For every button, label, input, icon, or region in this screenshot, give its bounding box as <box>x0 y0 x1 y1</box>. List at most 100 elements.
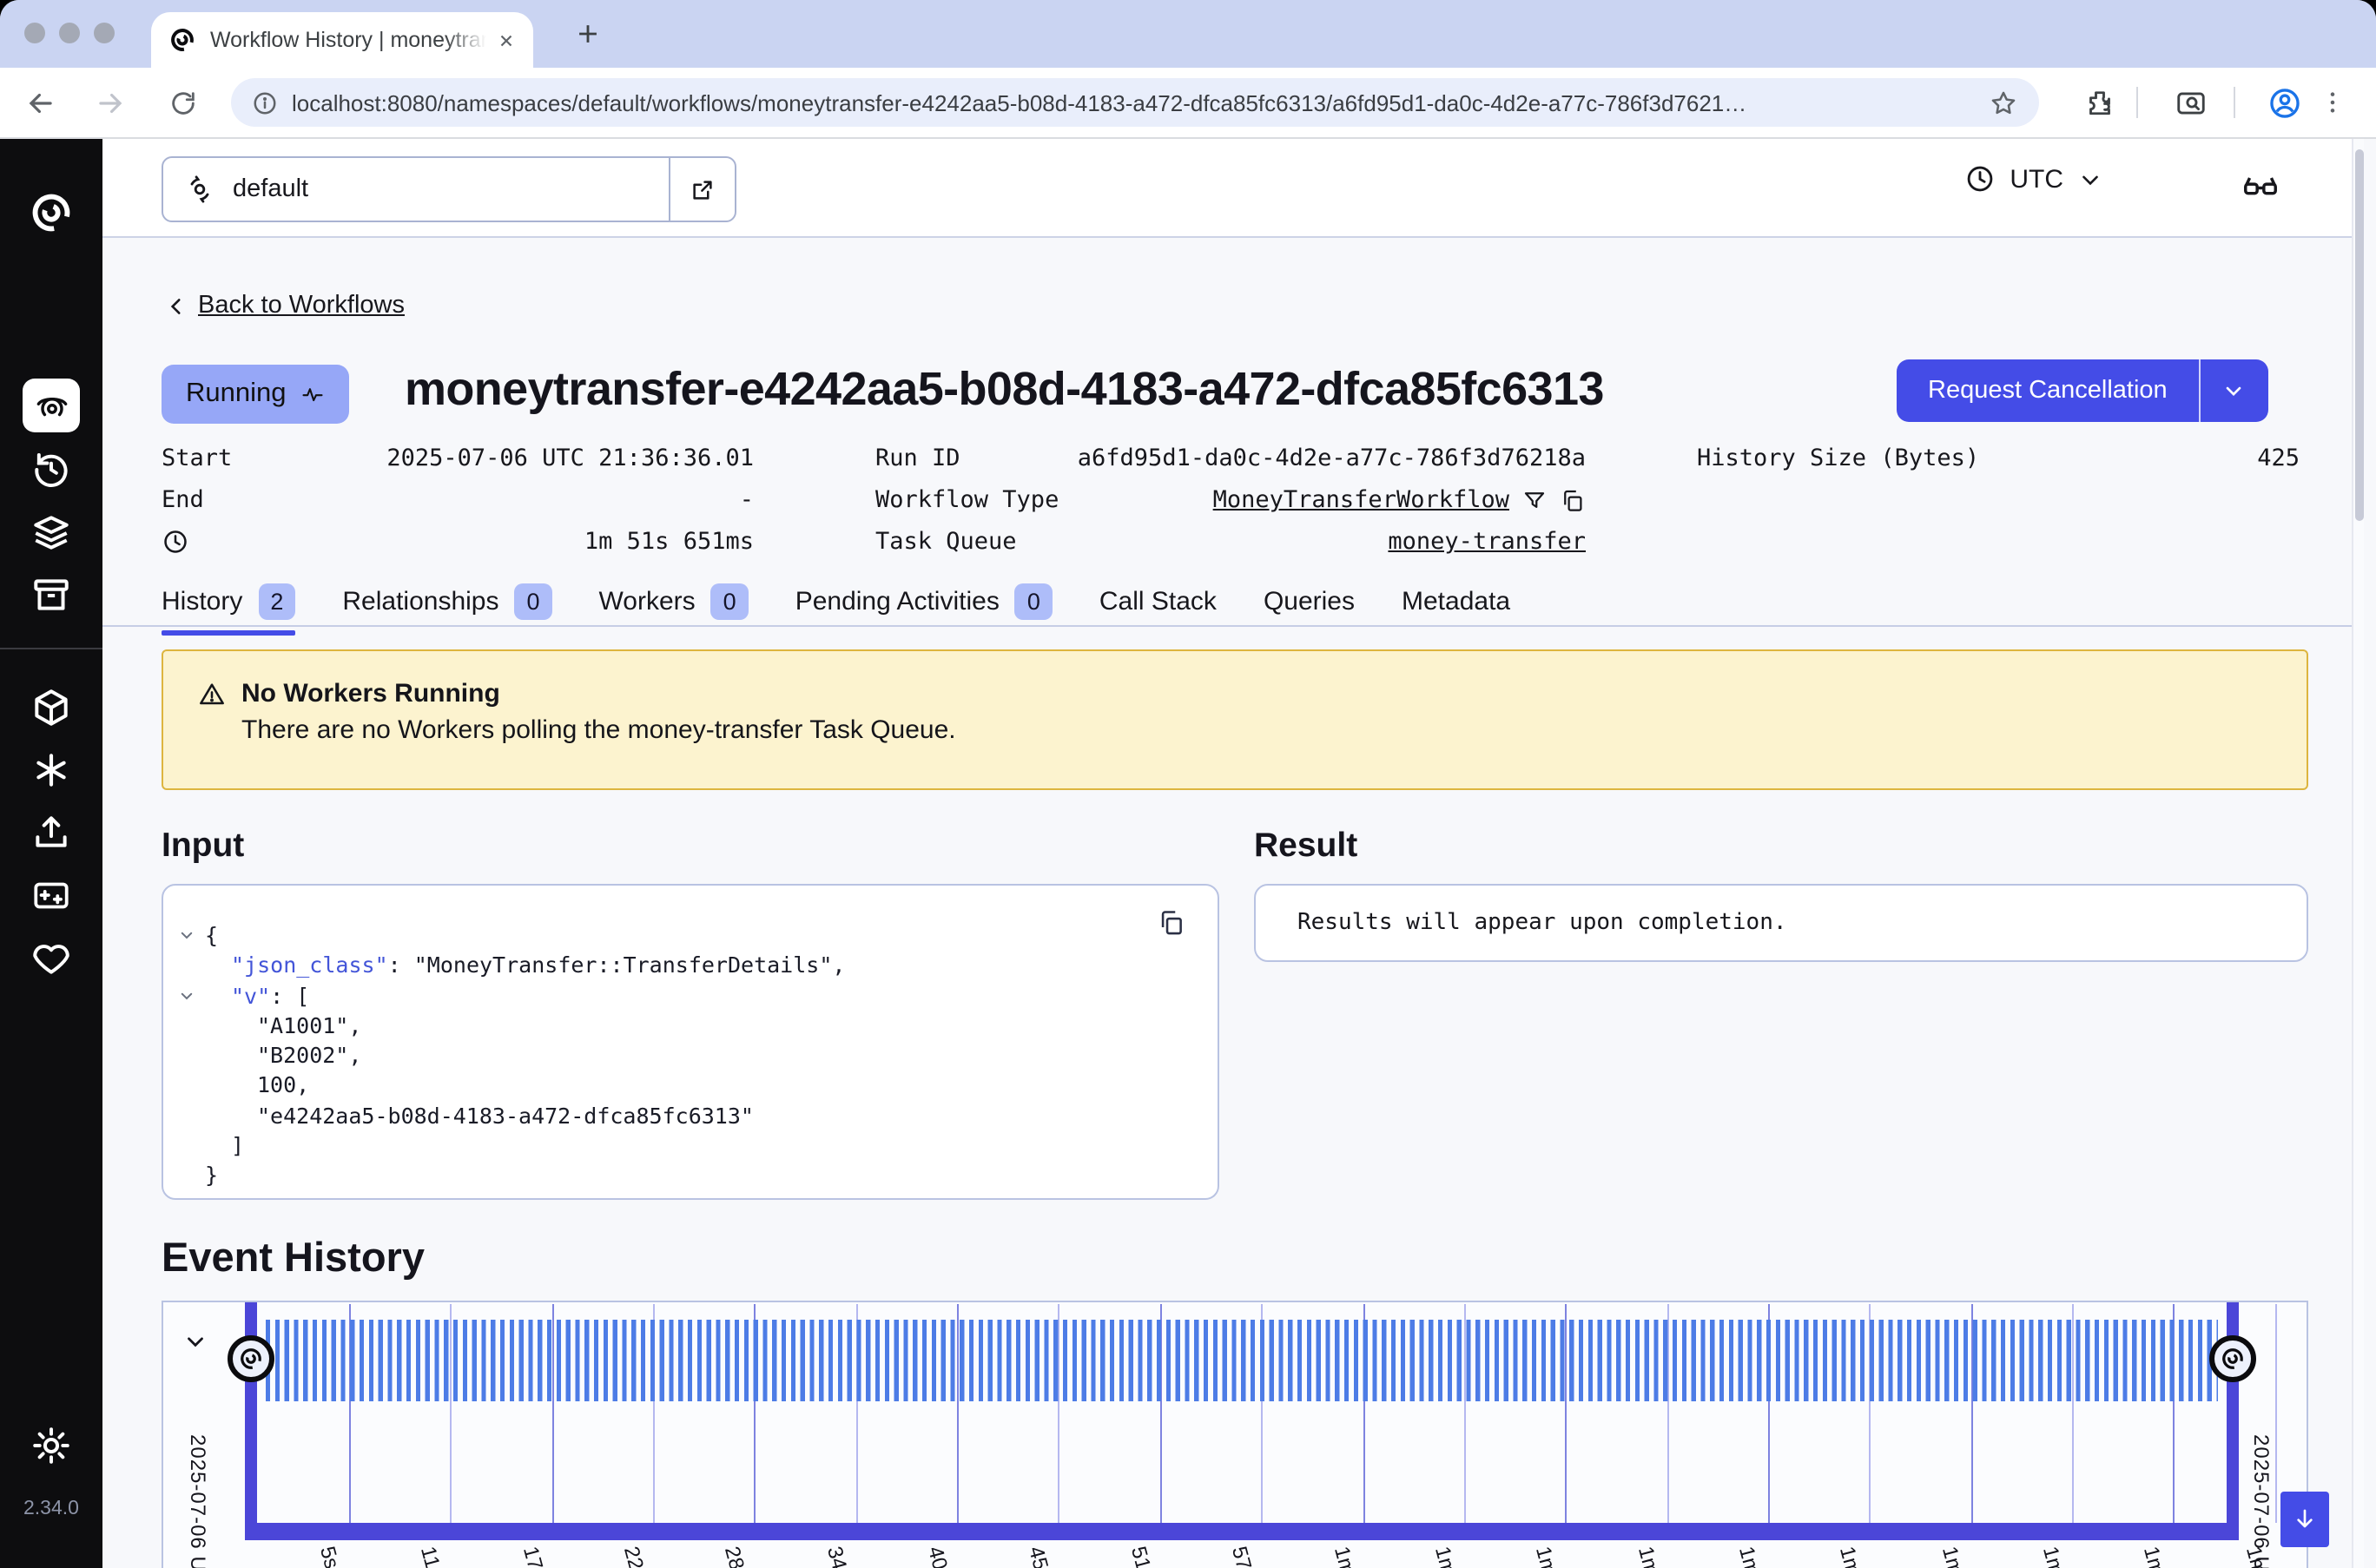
page-scrollbar[interactable] <box>2352 139 2364 1568</box>
namespace-selector[interactable]: default <box>162 156 736 222</box>
new-tab-button[interactable] <box>573 19 603 49</box>
window-minimize-button[interactable] <box>59 23 80 43</box>
tick-label: 40s <box>923 1544 955 1568</box>
menu-kebab-icon[interactable] <box>2310 80 2355 125</box>
tick-label: 1m <box>2140 1544 2171 1568</box>
profile-avatar-icon[interactable] <box>2261 80 2307 125</box>
tab-call-stack[interactable]: Call Stack <box>1099 586 1217 619</box>
tick-label: 57s <box>1227 1544 1259 1568</box>
sidebar-item-workflows[interactable] <box>23 379 80 432</box>
timezone-selector[interactable]: UTC <box>1964 163 2103 194</box>
json-token: , <box>832 952 845 978</box>
namespace-external-link-icon[interactable] <box>669 158 735 221</box>
copy-icon[interactable] <box>1560 487 1586 513</box>
tab-history[interactable]: History2 <box>162 583 295 623</box>
tick-label: 1m <box>1835 1544 1866 1568</box>
reload-icon[interactable] <box>160 80 205 125</box>
temporal-logo-icon[interactable] <box>28 189 75 236</box>
theme-toggle-sun-icon[interactable] <box>30 1424 73 1467</box>
json-viewer[interactable]: {"json_class": "MoneyTransfer::TransferD… <box>163 920 1218 1190</box>
workflow-start-marker[interactable] <box>228 1335 274 1382</box>
sidebar-item-nexus[interactable] <box>30 748 73 792</box>
forward-icon[interactable] <box>87 80 132 125</box>
site-info-icon[interactable] <box>252 89 278 115</box>
end-value: - <box>740 486 754 514</box>
tab-count-badge: 0 <box>1015 583 1053 619</box>
toolbar-divider <box>2234 87 2235 118</box>
timeline-start-date-label: 2025-07-06 UTC 2 <box>186 1434 210 1568</box>
status-label: Running <box>186 379 287 410</box>
sidebar-item-namespaces[interactable] <box>30 686 73 729</box>
timeline-axis-bar <box>245 1523 2239 1540</box>
json-token: "B2002" <box>257 1042 348 1068</box>
tab-queries[interactable]: Queries <box>1264 586 1355 619</box>
sidebar-item-feedback[interactable] <box>30 936 73 979</box>
json-line: } <box>163 1161 1218 1191</box>
back-icon[interactable] <box>17 80 63 125</box>
task-queue-link[interactable]: money-transfer <box>1388 528 1586 556</box>
scroll-to-bottom-button[interactable] <box>2280 1492 2329 1547</box>
sidebar-item-schedules[interactable] <box>30 448 73 491</box>
app-top-bar: default UTC <box>102 139 2364 238</box>
status-badge[interactable]: Running <box>162 365 349 424</box>
meta-history-size-row: History Size (Bytes) 425 <box>1697 441 2300 476</box>
request-cancellation-button[interactable]: Request Cancellation <box>1897 359 2199 422</box>
tick-label: 1m <box>1531 1544 1562 1568</box>
tick-label: 1m <box>2038 1544 2069 1568</box>
labs-glasses-icon[interactable] <box>2241 167 2280 207</box>
request-cancellation-split-button: Request Cancellation <box>1897 359 2268 422</box>
upload-icon <box>30 811 73 854</box>
result-panel: Results will appear upon completion. <box>1254 884 2308 962</box>
heart-icon <box>30 936 73 979</box>
sidebar-item-labs[interactable] <box>30 873 73 917</box>
input-heading: Input <box>162 827 244 866</box>
browser-tab[interactable]: Workflow History | moneytran <box>151 12 533 68</box>
archive-icon <box>30 573 73 616</box>
json-token: 100 <box>257 1072 296 1098</box>
sidebar-item-import[interactable] <box>30 811 73 854</box>
event-history-timeline[interactable]: 2025-07-06 UTC 2 2025-07-06 UTC 2 5s11s1… <box>162 1301 2308 1568</box>
workflow-type-label: Workflow Type <box>875 486 1059 514</box>
address-bar[interactable]: localhost:8080/namespaces/default/workfl… <box>231 78 2039 127</box>
chevron-down-icon <box>2222 379 2247 403</box>
collapse-chevron-icon[interactable] <box>179 987 195 1003</box>
sidebar-item-batch[interactable] <box>30 511 73 554</box>
workflow-running-band[interactable] <box>266 1320 2218 1401</box>
tab-workers[interactable]: Workers0 <box>599 583 749 623</box>
tab-label: Workers <box>599 586 696 616</box>
browser-toolbar: localhost:8080/namespaces/default/workfl… <box>0 68 2376 139</box>
tab-relationships[interactable]: Relationships0 <box>342 583 551 623</box>
workflows-eye-icon <box>32 386 70 425</box>
scrollbar-thumb[interactable] <box>2355 149 2364 521</box>
bookmark-star-icon[interactable] <box>1989 88 2018 117</box>
filter-funnel-icon[interactable] <box>1521 487 1548 513</box>
side-panel-search-icon[interactable] <box>2168 80 2213 125</box>
back-to-workflows-link[interactable]: Back to Workflows <box>198 292 405 320</box>
tab-metadata[interactable]: Metadata <box>1402 586 1510 619</box>
window-close-button[interactable] <box>24 23 45 43</box>
namespace-switcher-icon <box>184 174 215 205</box>
run-id-value: a6fd95d1-da0c-4d2e-a77c-786f3d76218a <box>1078 445 1586 472</box>
extensions-icon[interactable] <box>2077 80 2122 125</box>
meta-workflow-type-row: Workflow Type MoneyTransferWorkflow <box>875 483 1586 517</box>
tab-count-badge: 2 <box>258 583 295 619</box>
layers-icon <box>30 511 73 554</box>
collapse-chevron-icon[interactable] <box>179 927 195 943</box>
tab-close-icon[interactable] <box>497 30 516 49</box>
browser-window: Workflow History | moneytran localhost:8… <box>0 0 2376 1568</box>
expand-row-chevron-icon[interactable] <box>182 1328 208 1354</box>
window-zoom-button[interactable] <box>94 23 115 43</box>
result-heading: Result <box>1254 827 1357 866</box>
sidebar-item-archive[interactable] <box>30 573 73 616</box>
cancel-options-caret-button[interactable] <box>2199 359 2268 422</box>
end-label: End <box>162 486 204 514</box>
workflow-current-marker[interactable] <box>2209 1335 2256 1382</box>
browser-tab-strip: Workflow History | moneytran <box>0 0 2376 68</box>
tab-pending-activities[interactable]: Pending Activities0 <box>795 583 1053 623</box>
workflow-type-link[interactable]: MoneyTransferWorkflow <box>1213 486 1509 514</box>
tick-label: 34s <box>822 1544 854 1568</box>
warning-message: There are no Workers polling the money-t… <box>241 715 2307 745</box>
tab-label: Queries <box>1264 586 1355 616</box>
sidebar-divider <box>0 648 102 649</box>
event-history-heading: Event History <box>162 1235 425 1281</box>
